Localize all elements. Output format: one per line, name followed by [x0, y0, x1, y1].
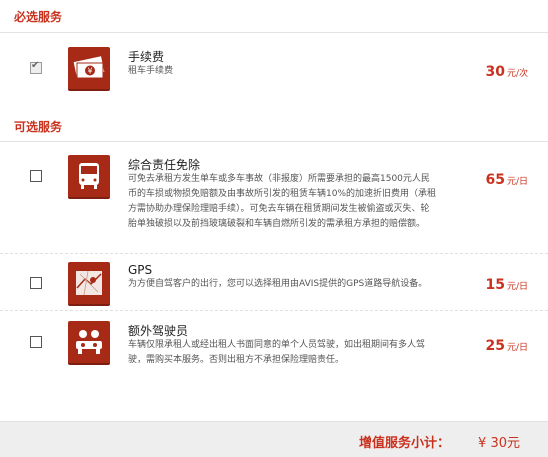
- price-unit: 元/日: [506, 343, 528, 353]
- divider: [0, 141, 548, 142]
- handling-fee-checkbox[interactable]: [30, 60, 42, 74]
- liability-waiver-checkbox[interactable]: [30, 170, 42, 182]
- price-unit: 元/日: [506, 177, 528, 187]
- price-value: 65: [485, 172, 505, 188]
- service-row-handling-fee: ¥ 手续费 租车手续费 30元/次: [0, 44, 548, 104]
- service-price: 25 元/日: [485, 338, 528, 354]
- service-price: 30 元/次: [485, 64, 528, 80]
- bus-icon: [68, 155, 110, 199]
- divider: [0, 32, 548, 33]
- svg-text:¥: ¥: [87, 67, 92, 76]
- gps-checkbox[interactable]: [30, 277, 42, 289]
- price-value: 15: [485, 277, 505, 293]
- price-unit: 元/次: [506, 69, 528, 79]
- required-section-title: 必选服务: [14, 10, 63, 24]
- service-price: 15 元/日: [485, 277, 528, 293]
- price-value: 30: [485, 64, 505, 80]
- subtotal-label: 增值服务小计：: [358, 436, 450, 451]
- service-desc: 可免去承租方发生单车或多车事故（非报废）所需要承担的最高1500元人民币的车损或…: [128, 174, 437, 229]
- map-icon: [68, 262, 110, 306]
- service-name: 额外驾驶员: [128, 324, 189, 338]
- divider: [0, 253, 548, 254]
- money-icon: ¥: [68, 47, 110, 91]
- service-row-gps: GPS 为方便自驾客户的出行，您可以选择租用由AVIS提供的GPS道路导航设备。…: [0, 259, 548, 311]
- service-name: 综合责任免除: [128, 158, 201, 172]
- service-name: 手续费: [128, 50, 165, 64]
- service-desc: 车辆仅限承租人或经出租人书面同意的单个人员驾驶，如出租期间有多人驾驶，需购买本服…: [128, 340, 426, 365]
- service-desc: 租车手续费: [128, 66, 174, 76]
- service-row-extra-driver: 额外驾驶员 车辆仅限承租人或经出租人书面同意的单个人员驾驶，如出租期间有多人驾驶…: [0, 318, 548, 378]
- price-unit: 元/日: [506, 282, 528, 292]
- service-row-liability-waiver: 综合责任免除 可免去承租方发生单车或多车事故（非报废）所需要承担的最高1500元…: [0, 152, 548, 252]
- drivers-icon: [68, 321, 110, 365]
- divider: [0, 310, 548, 311]
- service-desc: 为方便自驾客户的出行，您可以选择租用由AVIS提供的GPS道路导航设备。: [128, 279, 428, 289]
- price-value: 25: [485, 338, 505, 354]
- extra-driver-checkbox[interactable]: [30, 336, 42, 348]
- optional-section-title: 可选服务: [14, 120, 63, 134]
- subtotal-bar: 增值服务小计： ¥ 30元: [0, 421, 548, 457]
- service-name: GPS: [128, 263, 153, 277]
- service-price: 65 元/日: [485, 172, 528, 188]
- subtotal-amount: ¥ 30元: [478, 436, 520, 451]
